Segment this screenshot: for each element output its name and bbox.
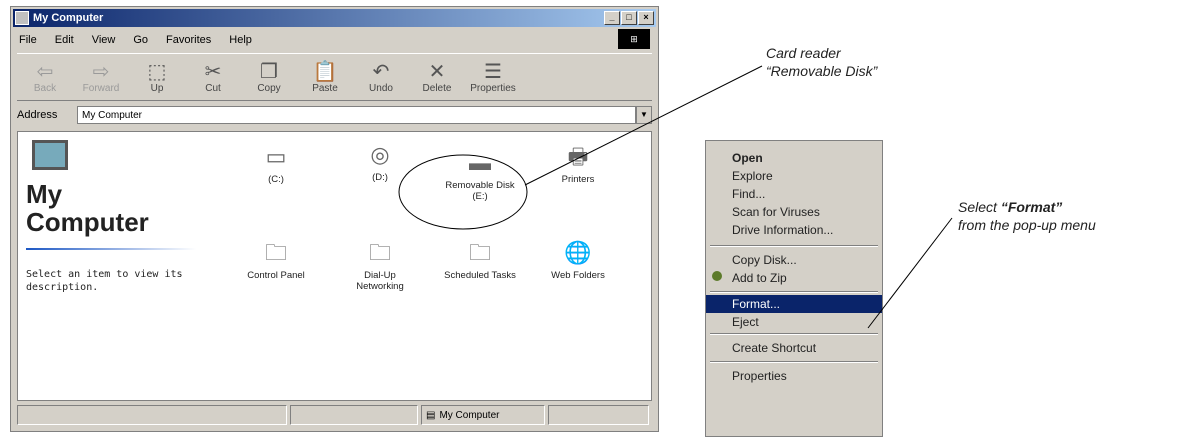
- removable-disk-highlight-ellipse: [398, 154, 528, 230]
- format-pointer-line: [867, 217, 953, 329]
- card-reader-pointer-line: [524, 65, 763, 186]
- annotation-lines: [398, 65, 953, 329]
